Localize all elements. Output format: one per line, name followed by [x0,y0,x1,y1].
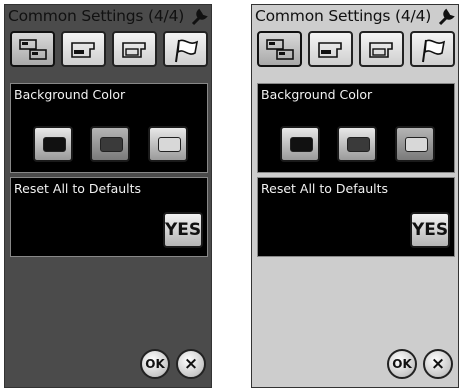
wrench-icon [189,7,209,27]
sewing-settings-icon [318,42,342,58]
section-label: Reset All to Defaults [261,181,389,196]
tab-language[interactable] [163,31,208,67]
reset-section: Reset All to Defaults YES [257,177,455,257]
background-color-section: Background Color [257,83,455,173]
reset-section: Reset All to Defaults YES [10,177,208,257]
color-option-black[interactable] [33,126,73,162]
embroidery-settings-icon [122,42,146,58]
cancel-button[interactable]: × [423,349,453,379]
cancel-button[interactable]: × [176,349,206,379]
machine-settings-icon [266,39,294,60]
swatch-color [290,137,313,152]
wrench-icon [436,7,456,27]
page-title: Common Settings (4/4) [255,7,432,25]
tab-embroidery-settings[interactable] [359,31,404,67]
title-bar: Common Settings (4/4) [252,5,458,31]
swatch-color [405,137,428,152]
swatch-color [43,137,66,152]
yes-button[interactable]: YES [163,212,203,248]
tab-language[interactable] [410,31,455,67]
section-label: Reset All to Defaults [14,181,142,196]
yes-button[interactable]: YES [410,212,450,248]
flag-icon [175,39,199,63]
flag-icon [422,39,446,63]
tab-sewing-settings[interactable] [308,31,353,67]
ok-button[interactable]: OK [140,349,170,379]
page-title: Common Settings (4/4) [8,7,185,25]
settings-tabs [10,31,208,69]
settings-panel-dark: Common Settings (4/4) Background Color R… [4,4,212,388]
section-label: Background Color [14,87,126,102]
tab-sewing-settings[interactable] [61,31,106,67]
tab-machine-settings[interactable] [10,31,55,67]
color-option-black[interactable] [280,126,320,162]
embroidery-settings-icon [369,42,393,58]
settings-panel-light: Common Settings (4/4) Background Color R… [251,4,459,388]
ok-button[interactable]: OK [387,349,417,379]
color-option-dark-gray[interactable] [337,126,377,162]
settings-tabs [257,31,455,69]
sewing-settings-icon [71,42,95,58]
background-color-section: Background Color [10,83,208,173]
title-bar: Common Settings (4/4) [5,5,211,31]
swatch-color [158,137,181,152]
tab-embroidery-settings[interactable] [112,31,157,67]
color-option-light-gray[interactable] [148,126,188,162]
swatch-color [100,137,123,152]
color-option-dark-gray[interactable] [90,126,130,162]
swatch-color [347,137,370,152]
machine-settings-icon [19,39,47,60]
section-label: Background Color [261,87,373,102]
color-option-light-gray[interactable] [395,126,435,162]
tab-machine-settings[interactable] [257,31,302,67]
